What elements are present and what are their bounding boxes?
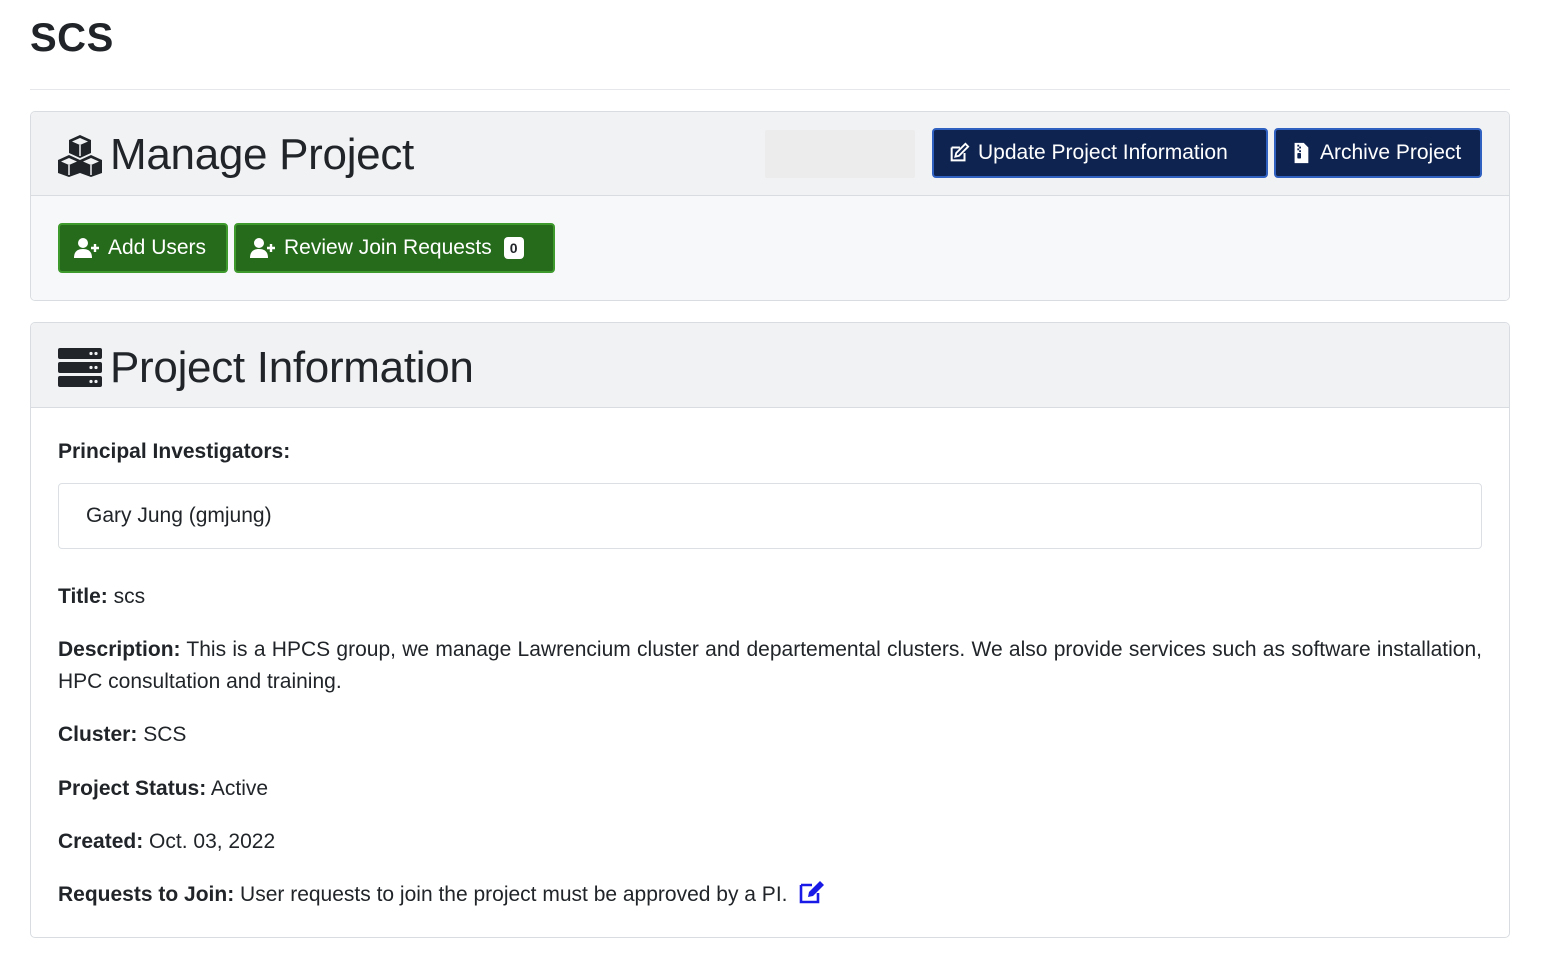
add-users-button[interactable]: Add Users (58, 223, 228, 273)
principal-investigators-label: Principal Investigators: (58, 440, 291, 463)
cluster-field: Cluster: SCS (58, 719, 1482, 751)
title-divider (30, 89, 1510, 90)
server-icon (58, 348, 102, 387)
project-information-card: Project Information Principal Investigat… (30, 322, 1510, 938)
page-title: SCS (30, 16, 114, 60)
edit-join-policy-icon[interactable] (799, 880, 825, 904)
file-archive-icon (1294, 142, 1309, 164)
title-field: Title: scs (58, 581, 1482, 613)
project-information-header: Project Information (31, 323, 1509, 408)
manage-project-card: Manage Project Update Project Informatio… (30, 111, 1510, 301)
description-label: Description: (58, 638, 181, 661)
description-field: Description: This is a HPCS group, we ma… (58, 634, 1482, 698)
add-users-label: Add Users (108, 236, 207, 259)
update-project-button[interactable]: Update Project Information (932, 128, 1268, 178)
archive-project-label: Archive Project (1320, 141, 1462, 164)
project-status-label: Project Status: (58, 777, 207, 800)
cluster-value: SCS (143, 723, 187, 746)
review-join-requests-button[interactable]: Review Join Requests 0 (234, 223, 555, 273)
manage-project-title: Manage Project (110, 130, 414, 179)
cluster-label: Cluster: (58, 723, 138, 746)
created-value: Oct. 03, 2022 (149, 830, 276, 853)
manage-project-body: Add Users Review Join Requests 0 (31, 196, 1509, 300)
project-information-title: Project Information (110, 343, 474, 392)
requests-to-join-field: Requests to Join: User requests to join … (58, 879, 1482, 911)
project-status-value: Active (210, 777, 269, 800)
created-field: Created: Oct. 03, 2022 (58, 826, 1482, 858)
manage-project-heading: Manage Project (58, 130, 414, 180)
project-information-heading: Project Information (58, 343, 474, 393)
join-requests-count-badge: 0 (503, 237, 524, 259)
requests-to-join-label: Requests to Join: (58, 883, 235, 906)
review-join-requests-label: Review Join Requests (284, 236, 492, 259)
created-label: Created: (58, 830, 144, 853)
placeholder-block (765, 130, 915, 178)
cubes-icon (58, 135, 102, 177)
user-plus-icon (250, 238, 275, 258)
pi-name: Gary Jung (gmjung) (86, 504, 272, 527)
manage-project-header: Manage Project Update Project Informatio… (31, 112, 1509, 196)
title-value: scs (113, 585, 146, 608)
user-plus-icon (74, 238, 99, 258)
title-label: Title: (58, 585, 108, 608)
update-project-label: Update Project Information (978, 141, 1228, 164)
requests-to-join-value: User requests to join the project must b… (240, 883, 788, 906)
archive-project-button[interactable]: Archive Project (1274, 128, 1482, 178)
edit-icon (950, 142, 970, 162)
project-status-field: Project Status: Active (58, 773, 1482, 805)
description-value: This is a HPCS group, we manage Lawrenci… (58, 638, 1482, 693)
principal-investigators-list: Gary Jung (gmjung) (58, 483, 1482, 549)
